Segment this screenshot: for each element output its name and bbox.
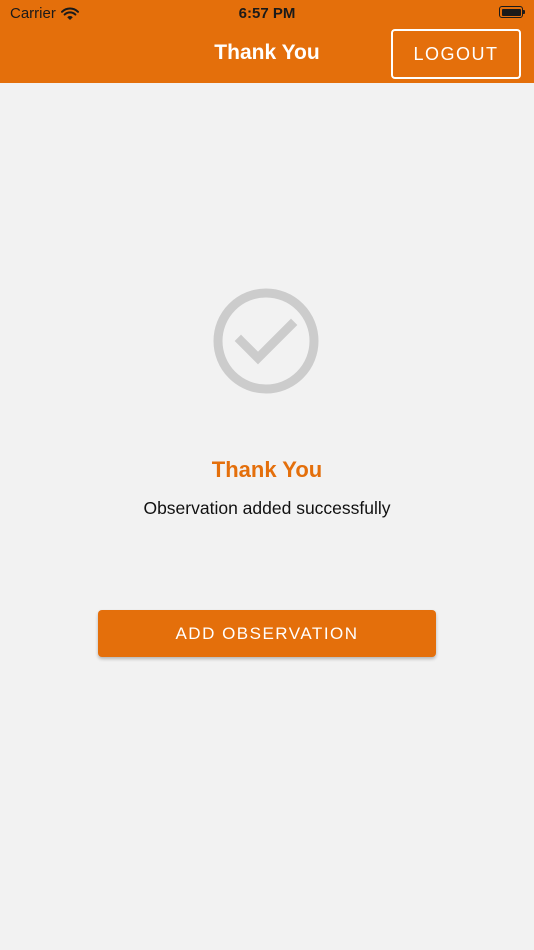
battery-icon (499, 6, 525, 18)
logout-button[interactable]: LOGOUT (391, 29, 521, 79)
add-observation-button[interactable]: ADD OBSERVATION (98, 610, 436, 657)
status-time: 6:57 PM (238, 5, 296, 22)
status-bar: Carrier 6:57 PM (0, 0, 534, 28)
check-circle-icon (212, 287, 320, 395)
success-heading: Thank You (211, 457, 323, 482)
success-message: Observation added successfully (143, 498, 391, 518)
